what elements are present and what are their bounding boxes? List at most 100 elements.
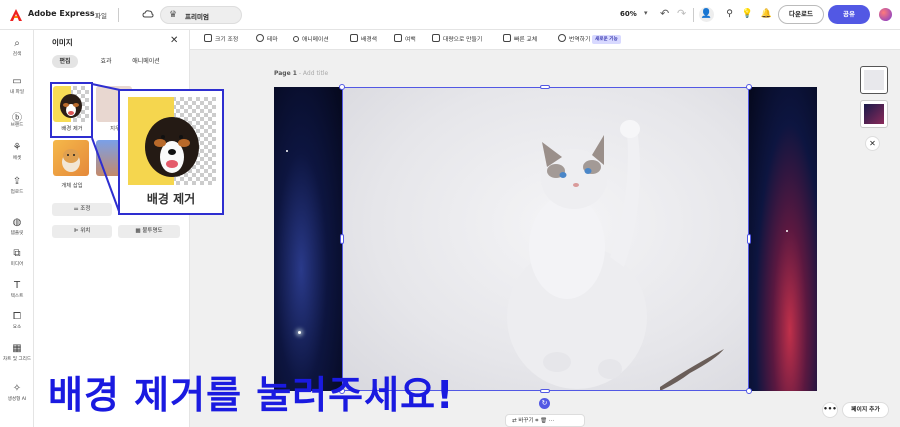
star [298,331,301,334]
page-thumbnail-1[interactable] [860,66,888,94]
page-label: Page 1 - Add title [274,70,328,77]
share-button[interactable]: 공유 [828,5,870,24]
insert-object-tile[interactable] [53,140,89,176]
quick-swap-label: 빠른 교체 [514,37,538,43]
upload-icon: ⇪ [12,176,22,187]
star [286,150,288,152]
resize-handle[interactable] [540,85,550,89]
avatar[interactable] [879,8,892,21]
page-title-placeholder[interactable]: - Add title [299,70,328,77]
tab-edit[interactable]: 편집 [52,55,78,68]
rail-item-gen-ai[interactable]: ✧ 생성형 AI [0,383,34,402]
zoom-level[interactable]: 60% [620,10,637,18]
rail-label: 요소 [12,325,22,330]
text-icon: T [13,280,21,291]
tab-effects[interactable]: 효과 [93,55,119,68]
rail-item-assets[interactable]: ⚘ 에셋 [0,142,34,161]
chart-icon: ▦ [12,343,22,354]
opacity-label: 불투명도 [142,228,163,234]
rail-label: 텍스트 [10,294,24,299]
adjust-label: 조정 [80,206,91,212]
rail-label: 에셋 [12,156,22,161]
user-icon[interactable]: 👤 [699,7,714,22]
resize-handle[interactable] [340,234,344,244]
rail-label: 생성형 AI [7,397,27,402]
opacity-button[interactable]: ▩ 불투명도 [118,225,180,238]
rail-item-charts[interactable]: ▦ 차트 및 그리드 [0,343,34,362]
folder-icon: ▭ [12,76,22,87]
divider [118,8,119,22]
bulk-create-button[interactable]: 대량으로 만들기 [432,34,482,43]
resize-handle[interactable] [339,84,345,90]
star [786,230,788,232]
rail-item-brand[interactable]: ⓑ 브랜드 [0,109,34,128]
tab-animation[interactable]: 애니메이션 [124,55,168,68]
lightbulb-icon[interactable]: 💡 [740,7,755,22]
close-icon[interactable]: ✕ [170,35,178,46]
rail-item-elements[interactable]: ⧠ 요소 [0,311,34,330]
close-icon[interactable]: ✕ [865,136,880,151]
position-button[interactable]: ⊫ 위치 [52,225,112,238]
palette-icon [256,34,264,42]
premium-trial-button[interactable]: ♛ 프리미엄 [160,6,242,24]
page-number: Page 1 [274,70,297,77]
background-color-button[interactable]: 배경색 [350,34,377,43]
redo-icon[interactable]: ↷ [677,7,686,20]
elements-icon: ⧠ [13,311,21,322]
more-options-button[interactable]: ••• [822,402,838,418]
resize-handle[interactable] [747,234,751,244]
download-button[interactable]: 다운로드 [778,5,824,24]
resize-handle[interactable] [746,388,752,394]
resize-button[interactable]: 크기 조정 [204,34,238,43]
resize-handle[interactable] [746,84,752,90]
rail-item-text[interactable]: T 텍스트 [0,280,34,299]
page-preview [864,104,884,124]
dog-thumbnail [62,149,80,172]
rail-item-media[interactable]: ⧉ 미디어 [0,248,34,267]
file-menu[interactable]: 파일 [95,10,107,20]
rail-label: 내 파일 [9,90,25,95]
padding-button[interactable]: 여백 [394,34,416,43]
undo-icon[interactable]: ↶ [660,7,669,20]
quick-swap-button[interactable]: 빠른 교체 [503,34,537,43]
rail-item-templates[interactable]: ◍ 템플릿 [0,217,34,236]
position-label: 위치 [80,228,91,234]
animation-button[interactable]: 애니메이션 [293,34,329,43]
rotate-icon[interactable]: ↻ [539,398,550,409]
notification-icon[interactable]: 🔔 [759,7,774,22]
translate-icon [558,34,566,42]
highlight-box [50,82,93,138]
app-name: Adobe Express [28,9,95,18]
rail-item-search[interactable]: ⌕ 검색 [0,38,34,57]
rail-item-upload[interactable]: ⇪ 업로드 [0,176,34,195]
cloud-icon[interactable] [142,8,154,20]
divider [693,8,694,22]
page-thumbnail-2[interactable] [860,100,888,128]
translate-button[interactable]: 번역하기 [558,34,590,43]
delete-icon[interactable]: 🗑 [540,418,549,424]
location-pin-icon[interactable]: ⚲ [722,7,737,22]
more-icon[interactable]: ··· [549,418,554,424]
theme-button[interactable]: 테마 [256,34,278,43]
rail-label: 브랜드 [10,123,24,128]
adobe-express-logo[interactable] [9,8,23,22]
callout-image [128,97,216,185]
color-swatch-icon [350,34,358,42]
crown-icon: ♛ [169,10,178,20]
animation-icon [293,36,299,42]
rail-label: 차트 및 그리드 [2,357,32,362]
rail-label: 템플릿 [10,231,24,236]
rail-item-my-files[interactable]: ▭ 내 파일 [0,76,34,95]
rail-label: 검색 [12,52,22,57]
resize-handle[interactable] [540,389,550,393]
replace-label[interactable]: 바꾸기 [518,418,533,424]
animation-label: 애니메이션 [302,37,329,43]
padding-icon [394,34,402,42]
template-icon: ◍ [12,217,22,228]
space-background-left [274,87,342,391]
add-page-button[interactable]: 페이지 추가 [842,402,889,418]
chevron-down-icon[interactable]: ▾ [644,9,648,17]
instruction-subtitle: 배경 제거를 눌러주세요! [48,373,455,417]
page-preview [864,70,884,90]
element-toolbar: ⇄ 바꾸기 ⌗ 🗑 ··· [505,414,585,427]
